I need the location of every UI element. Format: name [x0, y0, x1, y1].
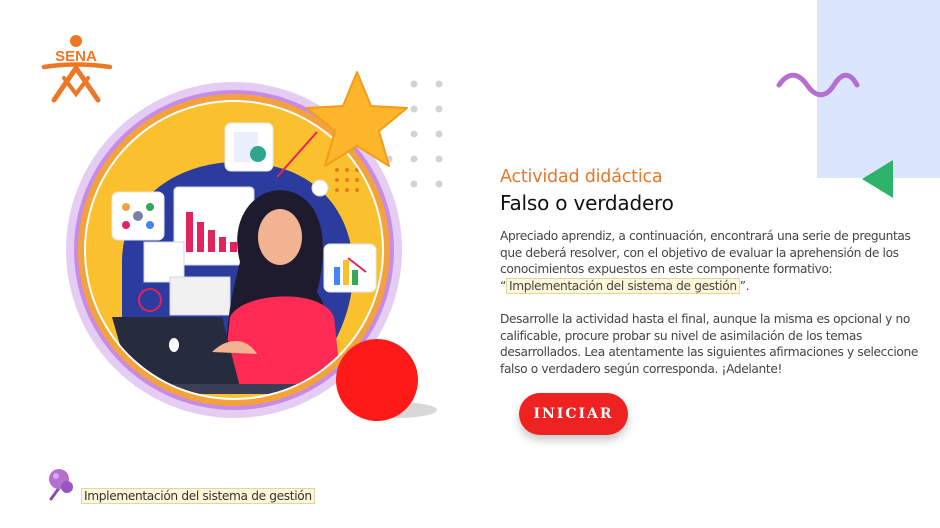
instructions-paragraph: Desarrolle la actividad hasta el final, … [500, 312, 919, 376]
page-title: Falso o verdadero [500, 191, 674, 215]
intro-paragraph: Apreciado aprendiz, a continuación, enco… [500, 228, 928, 294]
hero-illustration [66, 71, 437, 421]
activity-eyebrow: Actividad didáctica [500, 167, 663, 187]
intro-text-end: ”. [739, 278, 750, 293]
triangle-decoration-icon [862, 160, 893, 198]
start-button[interactable]: INICIAR [519, 393, 628, 435]
component-footer-label: Implementación del sistema de gestión [81, 488, 315, 504]
pushpin-icon [49, 469, 73, 501]
squiggle-decoration-icon [776, 72, 860, 98]
component-name-highlight: Implementación del sistema de gestión [505, 277, 740, 294]
